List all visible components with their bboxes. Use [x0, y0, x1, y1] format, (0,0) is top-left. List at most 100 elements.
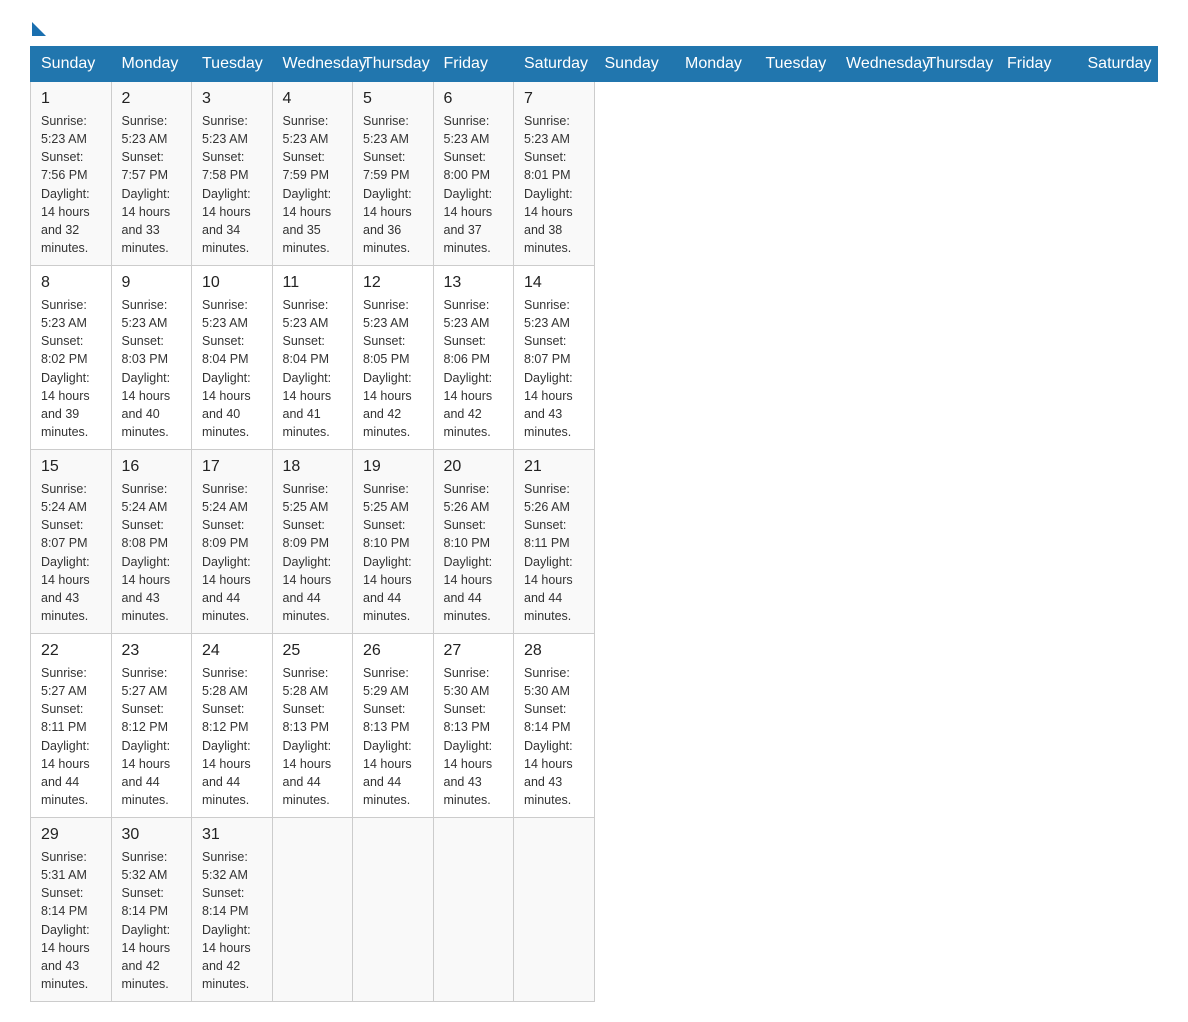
calendar-day-cell: 6 Sunrise: 5:23 AMSunset: 8:00 PMDaylight…	[433, 82, 514, 266]
day-info: Sunrise: 5:30 AMSunset: 8:13 PMDaylight:…	[444, 664, 504, 809]
calendar-day-cell: 31Sunrise: 5:32 AMSunset: 8:14 PMDayligh…	[192, 818, 273, 1002]
day-info: Sunrise: 5:26 AMSunset: 8:11 PMDaylight:…	[524, 480, 584, 625]
calendar-day-cell: 5 Sunrise: 5:23 AMSunset: 7:59 PMDaylight…	[353, 82, 434, 266]
logo	[30, 20, 48, 30]
calendar-table: SundayMondayTuesdayWednesdayThursdayFrid…	[30, 46, 1158, 1002]
calendar-week-row: 8 Sunrise: 5:23 AMSunset: 8:02 PMDaylight…	[31, 266, 1158, 450]
day-info: Sunrise: 5:23 AMSunset: 8:07 PMDaylight:…	[524, 296, 584, 441]
calendar-day-cell: 24 Sunrise: 5:28 AMSunset: 8:12 PMDayligh…	[192, 634, 273, 818]
calendar-day-cell: 13 Sunrise: 5:23 AMSunset: 8:06 PMDayligh…	[433, 266, 514, 450]
day-number: 30	[122, 826, 182, 844]
day-info: Sunrise: 5:23 AMSunset: 7:59 PMDaylight:…	[363, 112, 423, 257]
day-info: Sunrise: 5:27 AMSunset: 8:11 PMDaylight:…	[41, 664, 101, 809]
day-info: Sunrise: 5:23 AMSunset: 7:57 PMDaylight:…	[122, 112, 182, 257]
day-number: 13	[444, 274, 504, 292]
col-header-sunday: Sunday	[594, 47, 675, 82]
day-info: Sunrise: 5:23 AMSunset: 7:56 PMDaylight:…	[41, 112, 101, 257]
day-info: Sunrise: 5:24 AMSunset: 8:09 PMDaylight:…	[202, 480, 262, 625]
day-number: 24	[202, 642, 262, 660]
day-info: Sunrise: 5:23 AMSunset: 7:59 PMDaylight:…	[283, 112, 343, 257]
calendar-day-cell: 2 Sunrise: 5:23 AMSunset: 7:57 PMDaylight…	[111, 82, 192, 266]
day-info: Sunrise: 5:25 AMSunset: 8:09 PMDaylight:…	[283, 480, 343, 625]
calendar-day-cell: 4 Sunrise: 5:23 AMSunset: 7:59 PMDaylight…	[272, 82, 353, 266]
day-number: 18	[283, 458, 343, 476]
page-header	[30, 20, 1158, 30]
day-number: 14	[524, 274, 584, 292]
calendar-day-cell: 28Sunrise: 5:30 AMSunset: 8:14 PMDayligh…	[514, 634, 595, 818]
col-header-sunday: Sunday	[31, 47, 112, 82]
col-header-saturday: Saturday	[1077, 47, 1158, 82]
day-number: 10	[202, 274, 262, 292]
calendar-day-cell: 25 Sunrise: 5:28 AMSunset: 8:13 PMDayligh…	[272, 634, 353, 818]
calendar-week-row: 22 Sunrise: 5:27 AMSunset: 8:11 PMDayligh…	[31, 634, 1158, 818]
day-info: Sunrise: 5:23 AMSunset: 7:58 PMDaylight:…	[202, 112, 262, 257]
day-info: Sunrise: 5:26 AMSunset: 8:10 PMDaylight:…	[444, 480, 504, 625]
col-header-monday: Monday	[675, 47, 756, 82]
calendar-week-row: 29 Sunrise: 5:31 AMSunset: 8:14 PMDayligh…	[31, 818, 1158, 1002]
col-header-thursday: Thursday	[353, 47, 434, 82]
day-info: Sunrise: 5:23 AMSunset: 8:05 PMDaylight:…	[363, 296, 423, 441]
day-info: Sunrise: 5:27 AMSunset: 8:12 PMDaylight:…	[122, 664, 182, 809]
day-info: Sunrise: 5:32 AMSunset: 8:14 PMDaylight:…	[202, 848, 262, 993]
day-info: Sunrise: 5:32 AMSunset: 8:14 PMDaylight:…	[122, 848, 182, 993]
day-number: 3	[202, 90, 262, 108]
day-info: Sunrise: 5:31 AMSunset: 8:14 PMDaylight:…	[41, 848, 101, 993]
day-number: 19	[363, 458, 423, 476]
day-number: 6	[444, 90, 504, 108]
col-header-wednesday: Wednesday	[836, 47, 917, 82]
empty-cell	[514, 818, 595, 1002]
day-info: Sunrise: 5:23 AMSunset: 8:06 PMDaylight:…	[444, 296, 504, 441]
day-number: 26	[363, 642, 423, 660]
calendar-day-cell: 3 Sunrise: 5:23 AMSunset: 7:58 PMDaylight…	[192, 82, 273, 266]
day-number: 5	[363, 90, 423, 108]
day-number: 1	[41, 90, 101, 108]
day-number: 11	[283, 274, 343, 292]
day-number: 15	[41, 458, 101, 476]
day-number: 27	[444, 642, 504, 660]
day-info: Sunrise: 5:25 AMSunset: 8:10 PMDaylight:…	[363, 480, 423, 625]
empty-cell	[353, 818, 434, 1002]
day-info: Sunrise: 5:29 AMSunset: 8:13 PMDaylight:…	[363, 664, 423, 809]
calendar-day-cell: 1 Sunrise: 5:23 AMSunset: 7:56 PMDaylight…	[31, 82, 112, 266]
calendar-week-row: 1 Sunrise: 5:23 AMSunset: 7:56 PMDaylight…	[31, 82, 1158, 266]
col-header-monday: Monday	[111, 47, 192, 82]
calendar-week-row: 15 Sunrise: 5:24 AMSunset: 8:07 PMDayligh…	[31, 450, 1158, 634]
calendar-day-cell: 23 Sunrise: 5:27 AMSunset: 8:12 PMDayligh…	[111, 634, 192, 818]
calendar-day-cell: 16Sunrise: 5:24 AMSunset: 8:08 PMDayligh…	[111, 450, 192, 634]
day-number: 2	[122, 90, 182, 108]
day-info: Sunrise: 5:24 AMSunset: 8:08 PMDaylight:…	[122, 480, 182, 625]
calendar-day-cell: 29 Sunrise: 5:31 AMSunset: 8:14 PMDayligh…	[31, 818, 112, 1002]
day-number: 17	[202, 458, 262, 476]
col-header-thursday: Thursday	[916, 47, 997, 82]
col-header-saturday: Saturday	[514, 47, 595, 82]
day-info: Sunrise: 5:24 AMSunset: 8:07 PMDaylight:…	[41, 480, 101, 625]
day-number: 29	[41, 826, 101, 844]
day-number: 25	[283, 642, 343, 660]
day-info: Sunrise: 5:23 AMSunset: 8:03 PMDaylight:…	[122, 296, 182, 441]
day-number: 4	[283, 90, 343, 108]
col-header-friday: Friday	[433, 47, 514, 82]
day-number: 9	[122, 274, 182, 292]
day-number: 8	[41, 274, 101, 292]
calendar-day-cell: 10 Sunrise: 5:23 AMSunset: 8:04 PMDayligh…	[192, 266, 273, 450]
calendar-day-cell: 9 Sunrise: 5:23 AMSunset: 8:03 PMDaylight…	[111, 266, 192, 450]
day-info: Sunrise: 5:23 AMSunset: 8:00 PMDaylight:…	[444, 112, 504, 257]
calendar-day-cell: 12 Sunrise: 5:23 AMSunset: 8:05 PMDayligh…	[353, 266, 434, 450]
col-header-tuesday: Tuesday	[755, 47, 836, 82]
day-number: 23	[122, 642, 182, 660]
col-header-tuesday: Tuesday	[192, 47, 273, 82]
calendar-day-cell: 8 Sunrise: 5:23 AMSunset: 8:02 PMDaylight…	[31, 266, 112, 450]
day-number: 21	[524, 458, 584, 476]
day-info: Sunrise: 5:23 AMSunset: 8:02 PMDaylight:…	[41, 296, 101, 441]
day-info: Sunrise: 5:30 AMSunset: 8:14 PMDaylight:…	[524, 664, 584, 809]
calendar-day-cell: 21 Sunrise: 5:26 AMSunset: 8:11 PMDayligh…	[514, 450, 595, 634]
day-number: 20	[444, 458, 504, 476]
day-number: 12	[363, 274, 423, 292]
calendar-day-cell: 30 Sunrise: 5:32 AMSunset: 8:14 PMDayligh…	[111, 818, 192, 1002]
day-info: Sunrise: 5:28 AMSunset: 8:13 PMDaylight:…	[283, 664, 343, 809]
day-info: Sunrise: 5:28 AMSunset: 8:12 PMDaylight:…	[202, 664, 262, 809]
day-info: Sunrise: 5:23 AMSunset: 8:04 PMDaylight:…	[202, 296, 262, 441]
day-number: 22	[41, 642, 101, 660]
day-info: Sunrise: 5:23 AMSunset: 8:01 PMDaylight:…	[524, 112, 584, 257]
empty-cell	[433, 818, 514, 1002]
